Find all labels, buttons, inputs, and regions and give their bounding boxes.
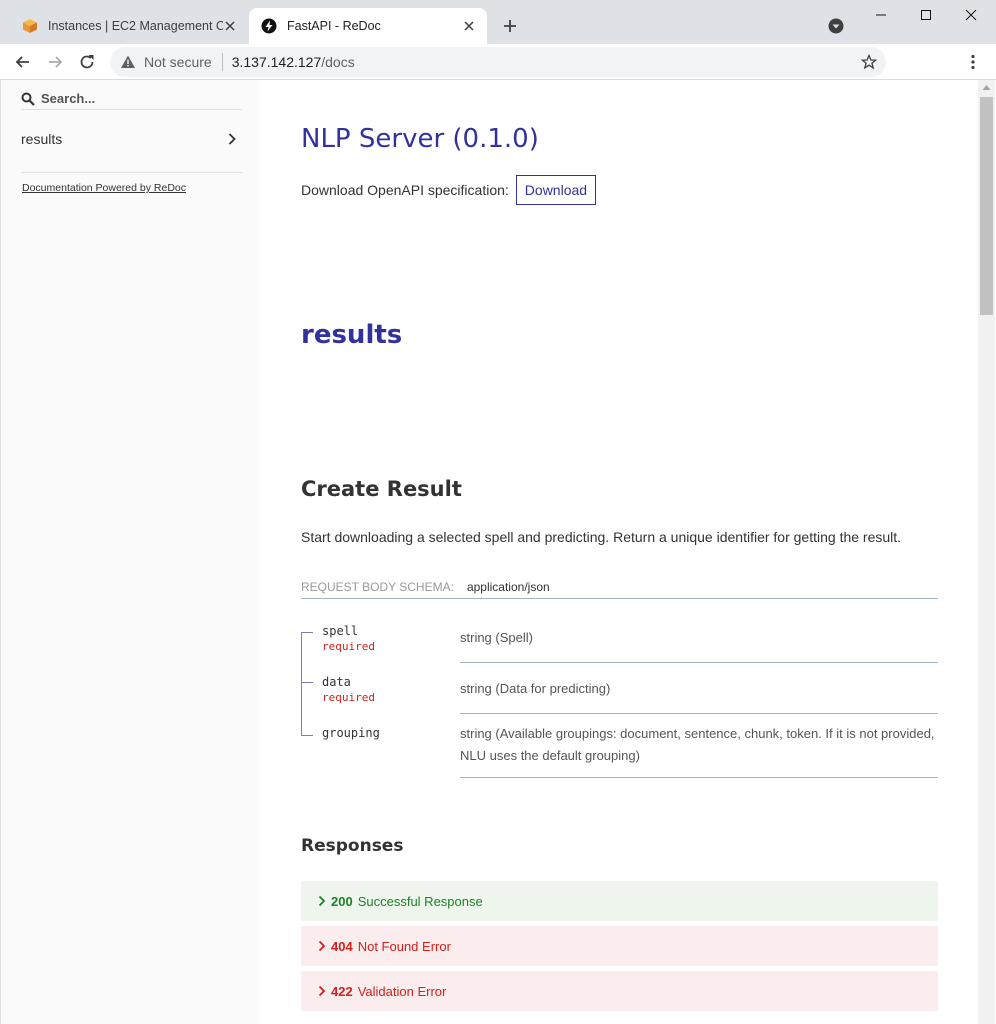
- url-path: /docs: [321, 54, 355, 70]
- operation-description: Start downloading a selected spell and p…: [301, 529, 902, 545]
- maximize-icon: [921, 10, 931, 20]
- request-body-label: REQUEST BODY SCHEMA:: [301, 580, 454, 594]
- property-tree-line: [301, 632, 302, 736]
- api-content: NLP Server (0.1.0) Download OpenAPI spec…: [261, 80, 978, 1024]
- api-title: NLP Server (0.1.0): [301, 124, 539, 154]
- close-window-button[interactable]: [948, 0, 994, 30]
- reload-icon[interactable]: [77, 52, 97, 72]
- scrollbar-thumb[interactable]: [980, 97, 993, 315]
- search-icon: [21, 92, 35, 106]
- property-type-continued: NLU uses the default grouping): [460, 748, 640, 763]
- property-type-spell: string (Spell): [460, 627, 938, 663]
- kebab-menu-icon[interactable]: [964, 53, 982, 71]
- search-input[interactable]: [41, 91, 231, 106]
- url-host: 3.137.142.127: [231, 54, 322, 70]
- property-tree-tick: [301, 632, 313, 633]
- aws-box-icon: [23, 19, 37, 33]
- property-name: data: [322, 675, 351, 689]
- sidebar-divider: [21, 172, 242, 173]
- response-422[interactable]: 422 Validation Error: [301, 971, 938, 1011]
- chevron-right-icon: [318, 985, 326, 997]
- page-scrollbar[interactable]: [978, 80, 995, 1024]
- chevron-right-icon: [318, 940, 326, 952]
- tab-ec2-instances[interactable]: Instances | EC2 Management Console: [8, 8, 248, 44]
- search-box: [21, 88, 242, 110]
- chevron-right-icon: [228, 133, 236, 145]
- minimize-icon: [876, 14, 886, 16]
- tab-fastapi-redoc[interactable]: FastAPI - ReDoc: [249, 8, 487, 44]
- back-arrow-icon[interactable]: [13, 52, 33, 72]
- download-label: Download OpenAPI specification:: [301, 182, 509, 198]
- request-body-header: REQUEST BODY SCHEMA: application/json: [301, 580, 938, 599]
- fastapi-bolt-icon: [261, 18, 277, 34]
- response-code: 422: [331, 983, 353, 999]
- tab-title: FastAPI - ReDoc: [287, 19, 381, 33]
- sidebar-item-results[interactable]: results: [21, 126, 242, 152]
- property-tree-tick: [301, 682, 313, 683]
- property-type: string (Spell): [460, 630, 533, 645]
- scroll-up-arrow-icon[interactable]: [978, 82, 995, 94]
- section-title: results: [301, 320, 403, 350]
- page-viewport: results Documentation Powered by ReDoc N…: [0, 80, 996, 1024]
- powered-by-redoc-link[interactable]: Documentation Powered by ReDoc: [22, 182, 186, 194]
- browser-titlebar: Instances | EC2 Management Console FastA…: [0, 0, 996, 44]
- bookmark-star-icon[interactable]: [861, 54, 877, 70]
- responses-title: Responses: [301, 836, 404, 856]
- property-type: string (Data for predicting): [460, 681, 611, 696]
- property-tree-tick: [301, 735, 313, 736]
- property-name: spell: [322, 624, 359, 638]
- close-icon[interactable]: [461, 18, 477, 34]
- content-type: application/json: [466, 580, 550, 594]
- property-name-spell: spell required: [322, 624, 375, 654]
- tab-search-dropdown-icon[interactable]: [828, 18, 844, 34]
- response-label: Validation Error: [357, 983, 447, 999]
- operation-title: Create Result: [301, 477, 462, 501]
- required-label: required: [322, 640, 375, 653]
- response-code: 200: [331, 893, 353, 909]
- response-200[interactable]: 200 Successful Response: [301, 881, 938, 921]
- address-bar[interactable]: Not secure 3.137.142.127/docs: [110, 47, 886, 77]
- chevron-right-icon: [318, 895, 326, 907]
- response-label: Successful Response: [357, 893, 483, 909]
- close-icon: [965, 9, 977, 21]
- response-label: Not Found Error: [357, 938, 451, 954]
- maximize-button[interactable]: [903, 0, 949, 30]
- property-name-data: data required: [322, 675, 375, 705]
- property-type-data: string (Data for predicting): [460, 678, 938, 714]
- sidebar-item-label: results: [21, 131, 63, 147]
- security-status[interactable]: Not secure: [144, 54, 212, 70]
- close-icon[interactable]: [222, 18, 238, 34]
- property-type: string (Available groupings: document, s…: [460, 726, 935, 741]
- property-name: grouping: [322, 726, 380, 740]
- omnibox-divider: [221, 53, 223, 71]
- property-name-grouping: grouping: [322, 726, 380, 741]
- forward-arrow-icon[interactable]: [45, 52, 65, 72]
- minimize-button[interactable]: [858, 0, 904, 30]
- download-spec-row: Download OpenAPI specification: Download: [301, 175, 597, 205]
- new-tab-plus-icon[interactable]: [500, 16, 520, 36]
- response-code: 404: [331, 938, 353, 954]
- download-button[interactable]: Download: [515, 175, 597, 205]
- warning-triangle-icon: [121, 55, 135, 68]
- browser-toolbar: Not secure 3.137.142.127/docs: [0, 44, 996, 80]
- redoc-sidebar: results Documentation Powered by ReDoc: [0, 80, 260, 1024]
- response-404[interactable]: 404 Not Found Error: [301, 926, 938, 966]
- required-label: required: [322, 691, 375, 704]
- property-type-grouping: string (Available groupings: document, s…: [460, 723, 938, 778]
- tab-title: Instances | EC2 Management Console: [48, 19, 223, 33]
